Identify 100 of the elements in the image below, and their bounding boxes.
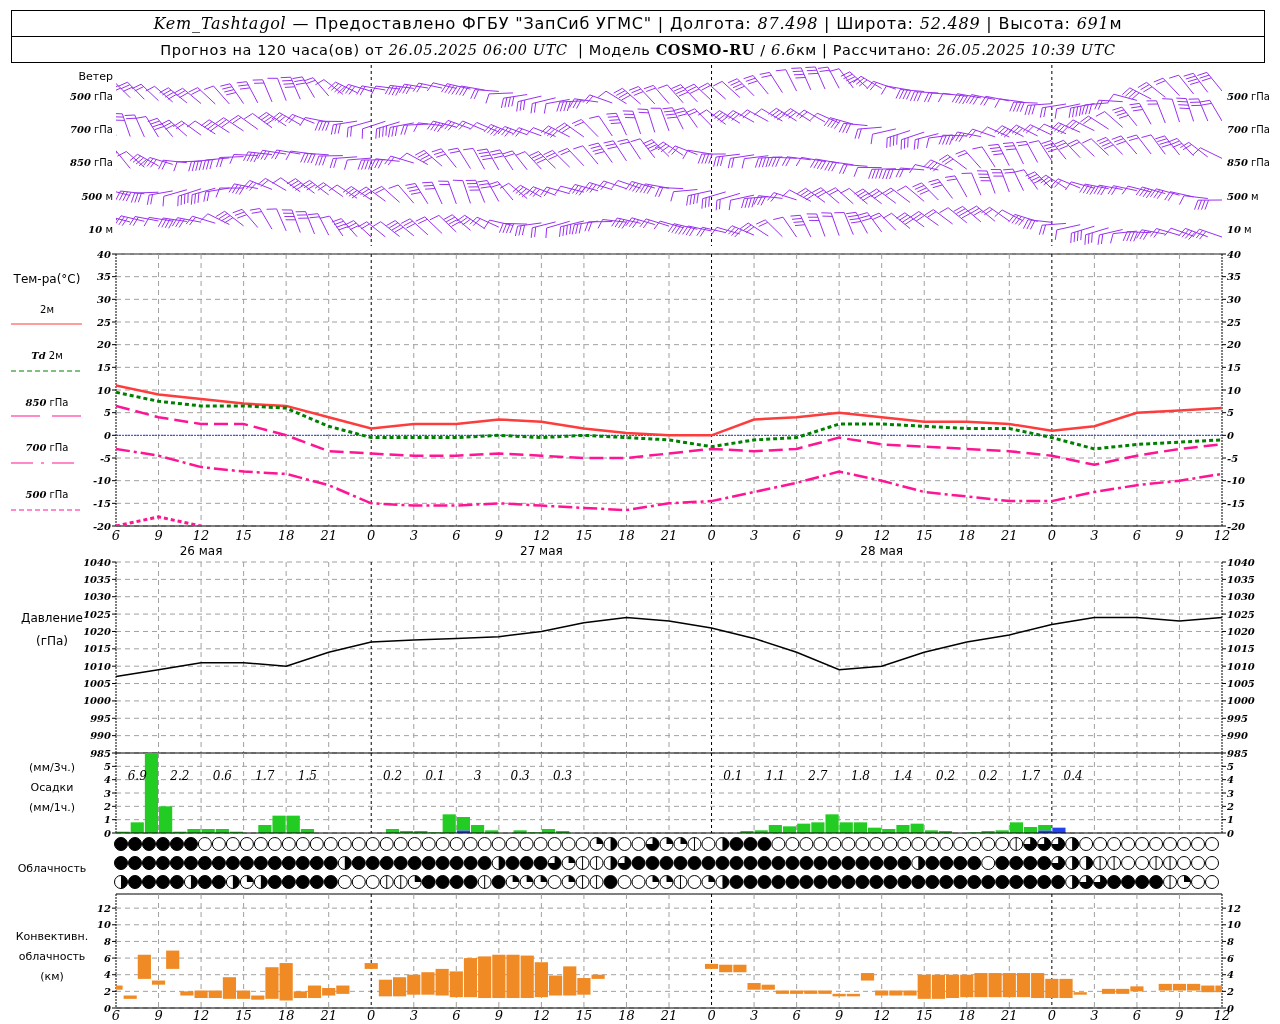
header-text: Kem_Tashtagol [153, 14, 287, 33]
axis-tick-label: 15 [575, 1008, 593, 1023]
axis-tick-label: 1 [104, 814, 111, 826]
precipitation-total-label: 0.3 [553, 769, 573, 783]
level-label: 850 гПа [1227, 157, 1270, 168]
axis-tick-label: 12 [873, 1008, 890, 1023]
axis-tick-label: 6 [1227, 952, 1234, 964]
axis-tick-label: 990 [1227, 730, 1248, 742]
header-text: Прогноз на 120 часа(ов) от [160, 41, 385, 58]
axis-tick-label: 2 [104, 985, 111, 997]
axis-tick-label: 15 [575, 528, 593, 543]
precipitation-total-label: 1.7 [255, 769, 275, 783]
axis-tick-label: 1010 [83, 660, 111, 672]
axis-tick-label: -20 [92, 520, 111, 532]
axis-tick-label: 6 [792, 1008, 801, 1023]
precipitation-total-label: 1.7 [1021, 769, 1041, 783]
level-label: 500 гПа [1227, 91, 1270, 102]
legend-label: 2м [40, 304, 54, 315]
cloud-cover-title: Облачность [17, 862, 87, 875]
axis-tick-label: 21 [660, 528, 678, 543]
axis-tick-label: 1025 [83, 608, 111, 620]
precipitation-total-label: 0.4 [1063, 769, 1083, 783]
axis-tick-label: 3 [1227, 787, 1234, 799]
axis-tick-label: 21 [1001, 1008, 1018, 1023]
axis-tick-label: 9 [494, 528, 503, 543]
axis-tick-label: 1000 [1227, 695, 1255, 707]
pressure-title: Давление [21, 611, 83, 625]
axis-tick-label: 3 [749, 1008, 759, 1023]
axis-tick-label: -10 [1227, 475, 1246, 487]
axis-tick-label: 15 [915, 528, 933, 543]
axis-tick-label: 0 [707, 1008, 716, 1023]
header-text: 26.05.2025 06:00 UTC [388, 41, 568, 58]
axis-tick-label: 1000 [83, 695, 111, 707]
axis-tick-label: 12 [192, 528, 210, 543]
level-label: 500 гПа [70, 91, 113, 102]
axis-tick-label: 1015 [1227, 643, 1255, 655]
level-label: 850 гПа [70, 157, 113, 168]
axis-tick-label: 12 [192, 1008, 210, 1023]
precipitation-total-label: 0.1 [723, 769, 743, 783]
axis-tick-label: 985 [1227, 747, 1248, 759]
axis-tick-label: 0 [104, 429, 111, 441]
axis-tick-label: 25 [97, 316, 111, 328]
precipitation-total-label: 1.4 [893, 769, 913, 783]
axis-tick-label: 1020 [83, 625, 111, 637]
axis-tick-label: 6 [452, 1008, 461, 1023]
axis-tick-label: 18 [618, 1008, 635, 1023]
header-text: 691 [1076, 14, 1110, 33]
axis-tick-label: 9 [154, 1008, 163, 1023]
axis-tick-label: -5 [1227, 452, 1239, 464]
precipitation-unit: (мм/3ч.) [29, 761, 75, 774]
axis-tick-label: 12 [873, 528, 890, 543]
axis-tick-label: 35 [97, 271, 111, 283]
header-text: COSMO-RU [655, 41, 756, 58]
level-label: 10 м [1227, 224, 1252, 235]
axis-tick-label: 3 [409, 1008, 418, 1023]
axis-tick-label: 6 [1132, 1008, 1142, 1023]
axis-tick-label: 5 [1227, 760, 1234, 772]
precipitation-total-label: 0.3 [510, 769, 530, 783]
axis-tick-label: 2 [1227, 800, 1234, 812]
axis-tick-label: 21 [660, 1008, 678, 1023]
axis-tick-label: 8 [1227, 935, 1234, 947]
precipitation-total-label: 0.6 [212, 769, 232, 783]
level-label: 700 гПа [70, 124, 113, 135]
axis-tick-label: -15 [1227, 497, 1246, 509]
axis-tick-label: 0 [1227, 827, 1234, 839]
axis-tick-label: 10 [1227, 919, 1241, 931]
date-label: 27 мая [520, 544, 563, 558]
axis-tick-label: 1020 [1227, 625, 1255, 637]
axis-tick-label: 1005 [83, 678, 111, 690]
precipitation-unit: (мм/1ч.) [29, 801, 75, 814]
axis-tick-label: 9 [154, 528, 163, 543]
axis-tick-label: 4 [104, 774, 111, 786]
wind-title: Ветер [78, 70, 113, 83]
axis-tick-label: 5 [104, 760, 111, 772]
header-text: м [1109, 14, 1123, 33]
axis-tick-label: 18 [958, 1008, 976, 1023]
axis-tick-label: 21 [320, 1008, 337, 1023]
header-text: 87.498 [757, 14, 819, 33]
axis-tick-label: 1015 [83, 643, 111, 655]
precipitation-total-label: 0.2 [935, 769, 956, 783]
axis-tick-label: 0 [1047, 528, 1056, 543]
axis-tick-label: 15 [1227, 361, 1241, 373]
axis-tick-label: 12 [533, 1008, 550, 1023]
axis-tick-label: 6 [452, 528, 461, 543]
axis-tick-label: -5 [99, 452, 111, 464]
axis-tick-label: 18 [277, 528, 295, 543]
axis-tick-label: 9 [835, 528, 844, 543]
level-label: 10 м [88, 224, 113, 235]
axis-tick-label: 6 [792, 528, 801, 543]
axis-tick-label: 1040 [1227, 556, 1255, 568]
header-text: | Высота: [985, 14, 1072, 33]
header-text: 52.489 [919, 14, 981, 33]
axis-tick-label: 35 [1227, 271, 1241, 283]
axis-tick-label: 15 [235, 1008, 252, 1023]
axis-tick-label: 5 [1227, 407, 1234, 419]
date-label: 26 мая [179, 544, 223, 558]
date-label: 28 мая [860, 544, 904, 558]
precipitation-total-label: 1.8 [850, 769, 870, 783]
axis-tick-label: 12 [97, 902, 111, 914]
header-text: км | Рассчитано: [795, 41, 933, 58]
